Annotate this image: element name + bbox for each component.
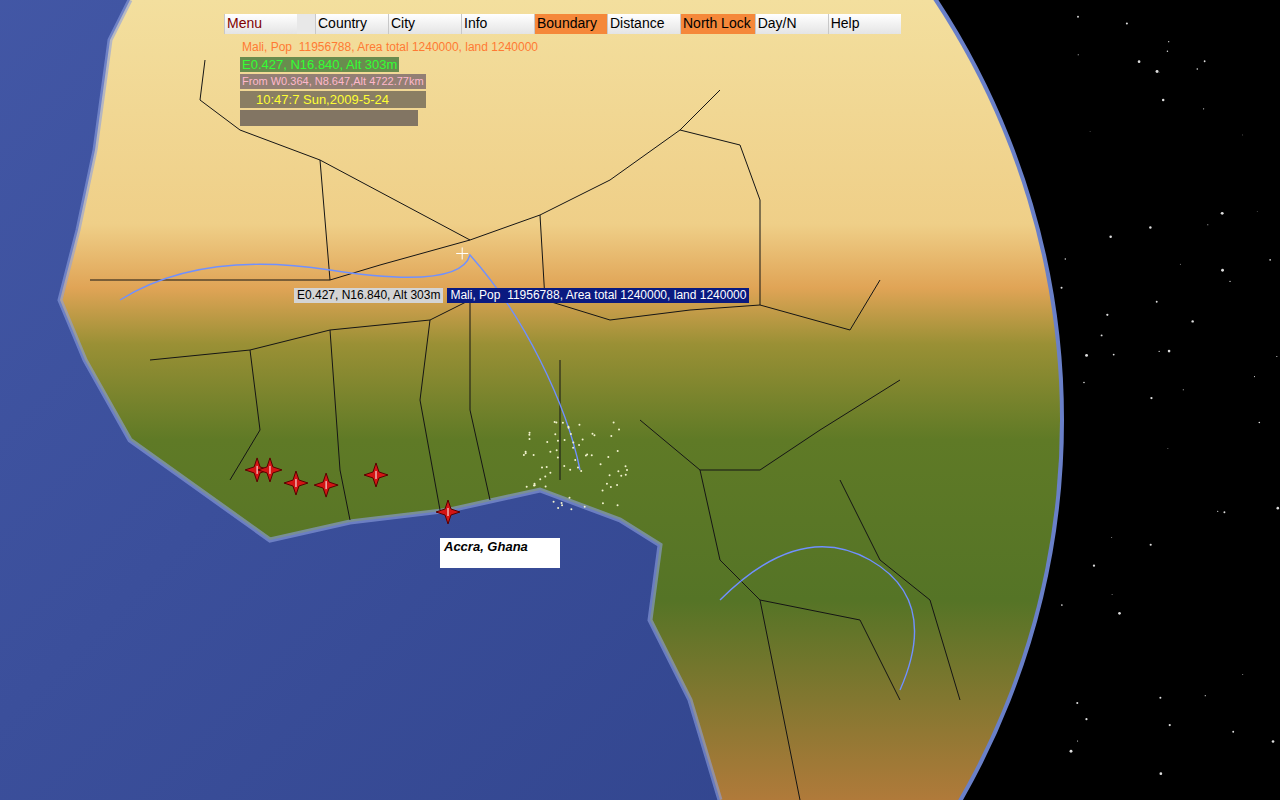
- toolbar-button[interactable]: Help: [828, 14, 901, 34]
- land-mass: [60, 0, 1100, 800]
- globe-viewer[interactable]: Menu CountryCityInfoBoundaryDistanceNorth…: [0, 0, 1280, 800]
- map-pin-icon[interactable]: [284, 471, 308, 495]
- hover-tooltip: E0.427, N16.840, Alt 303m Mali, Pop 11956…: [294, 288, 749, 303]
- info-line: E0.427, N16.840, Alt 303m: [240, 57, 399, 72]
- info-line: Mali, Pop 11956788, Area total 1240000, …: [240, 40, 540, 55]
- toolbar-button[interactable]: North Lock: [680, 14, 755, 34]
- tooltip-country: Mali, Pop 11956788, Area total 1240000, …: [447, 288, 749, 303]
- info-empty-bar: [240, 110, 418, 126]
- tooltip-coords: E0.427, N16.840, Alt 303m: [294, 288, 443, 303]
- toolbar-button[interactable]: Distance: [607, 14, 680, 34]
- country-boundaries: [90, 60, 960, 800]
- toolbar: Menu CountryCityInfoBoundaryDistanceNorth…: [224, 14, 901, 34]
- map-pin-icon[interactable]: [364, 463, 388, 487]
- globe-map[interactable]: [0, 0, 1280, 800]
- toolbar-button[interactable]: Day/N: [755, 14, 828, 34]
- info-line: 10:47:7 Sun,2009-5-24: [240, 91, 426, 108]
- map-pin-icon[interactable]: [314, 473, 338, 497]
- pin-label[interactable]: Accra, Ghana: [440, 538, 560, 568]
- toolbar-button[interactable]: Country: [315, 14, 388, 34]
- crosshair-icon: [456, 247, 468, 259]
- rivers: [120, 255, 915, 690]
- toolbar-button[interactable]: Menu: [224, 14, 297, 34]
- map-pin-icon[interactable]: [436, 500, 460, 524]
- map-pin-icon[interactable]: [258, 458, 282, 482]
- info-line: From W0.364, N8.647,Alt 4722.77km: [240, 74, 426, 89]
- toolbar-button[interactable]: Boundary: [534, 14, 607, 34]
- toolbar-button[interactable]: City: [388, 14, 461, 34]
- info-panel: Mali, Pop 11956788, Area total 1240000, …: [240, 40, 540, 126]
- toolbar-button[interactable]: Info: [461, 14, 534, 34]
